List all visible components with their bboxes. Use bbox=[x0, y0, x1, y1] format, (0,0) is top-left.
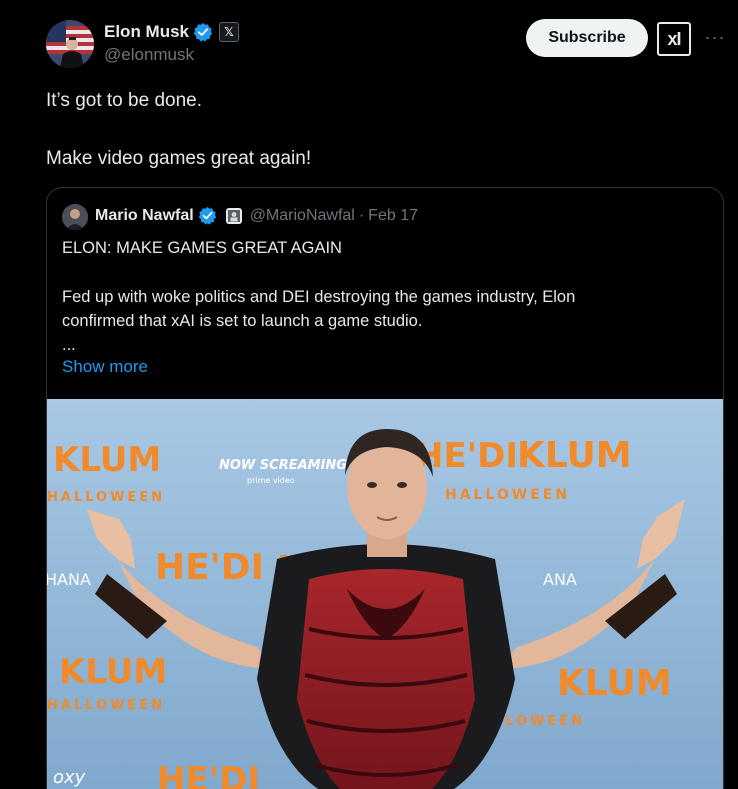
backdrop-prime-video-text: prime video bbox=[247, 476, 295, 485]
quote-body-line: Fed up with woke politics and DEI destro… bbox=[62, 288, 576, 306]
quote-author-avatar[interactable] bbox=[62, 204, 88, 230]
verified-badge-icon bbox=[198, 206, 218, 226]
backdrop-halloween-text: HALLOWEEN bbox=[445, 487, 570, 503]
quote-author-handle[interactable]: @MarioNawfal bbox=[250, 207, 355, 225]
author-name[interactable]: Elon Musk bbox=[104, 22, 189, 42]
author-name-row: Elon Musk 𝕏 bbox=[104, 20, 240, 44]
backdrop-klum-text: KLUM bbox=[517, 435, 632, 476]
show-more-link[interactable]: Show more bbox=[62, 357, 148, 377]
quoted-tweet-card[interactable]: Mario Nawfal @MarioNawfal · Feb 17 ELON:… bbox=[46, 187, 724, 789]
backdrop-heidi-text: HE'DI bbox=[157, 760, 260, 789]
quote-ellipsis: ... bbox=[62, 336, 76, 354]
tweet-text-line: It’s got to be done. bbox=[46, 90, 202, 111]
backdrop-hana-text: ANA bbox=[543, 570, 577, 589]
backdrop-hana-text: HANA bbox=[47, 570, 91, 589]
grok-icon[interactable]: xI bbox=[657, 22, 691, 56]
backdrop-klum-text: KLUM bbox=[59, 652, 167, 692]
tweet-page: Elon Musk 𝕏 @elonmusk Subscribe xI ··· I… bbox=[0, 0, 738, 789]
quote-author-name[interactable]: Mario Nawfal bbox=[95, 207, 194, 225]
tweet-text-line: Make video games great again! bbox=[46, 148, 312, 169]
backdrop-halloween-text: HALLOWEEN bbox=[47, 490, 165, 505]
backdrop-klum-text: KLUM bbox=[557, 663, 672, 704]
quote-headline: ELON: MAKE GAMES GREAT AGAIN bbox=[62, 239, 342, 257]
author-avatar[interactable] bbox=[46, 20, 94, 68]
backdrop-now-screaming-text: NOW SCREAMING bbox=[219, 458, 347, 473]
verified-badge-icon bbox=[193, 22, 213, 42]
quote-body-line: confirmed that xAI is set to launch a ga… bbox=[62, 312, 423, 330]
separator-dot: · bbox=[358, 207, 365, 224]
quote-header: Mario Nawfal @MarioNawfal · Feb 17 bbox=[95, 206, 418, 226]
backdrop-oxy-text: oxy bbox=[53, 767, 86, 788]
quote-photo[interactable]: KLUM KLUM HE'DI HE'DI KLUM KLUM KLUM HE'… bbox=[47, 399, 723, 789]
author-handle[interactable]: @elonmusk bbox=[104, 45, 194, 65]
x-affiliation-icon[interactable]: 𝕏 bbox=[219, 22, 240, 42]
backdrop-halloween-text: HALLOWEEN bbox=[47, 698, 165, 713]
subscribe-button[interactable]: Subscribe bbox=[526, 19, 648, 57]
quote-date[interactable]: Feb 17 bbox=[368, 207, 418, 225]
backdrop-klum-text: KLUM bbox=[53, 440, 161, 480]
backdrop-heidi-text: HE'DI bbox=[155, 547, 264, 588]
affiliation-badge-icon bbox=[225, 208, 242, 224]
more-options-icon[interactable]: ··· bbox=[704, 26, 726, 48]
